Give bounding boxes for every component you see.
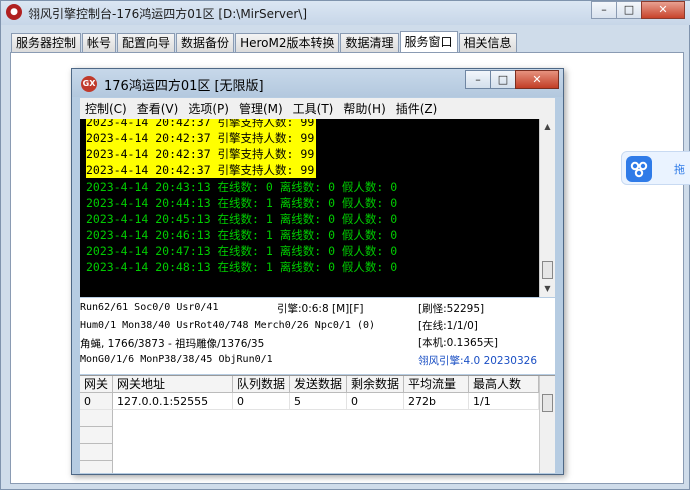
column-header[interactable]: 平均流量 (404, 376, 469, 393)
menu-view[interactable]: 查看(V) (132, 100, 184, 117)
row-header-cell (80, 427, 113, 444)
menu-options[interactable]: 选项(P) (183, 100, 234, 117)
table-scroll-thumb[interactable] (542, 394, 553, 412)
inner-window-title: 176鸿运四方01区 [无限版] (104, 79, 264, 94)
log-line: 2023-4-14 20:42:37 引擎支持人数: 99 (86, 130, 317, 146)
table-cell: 272b (404, 393, 469, 410)
tab-data-cleanup[interactable]: 数据清理 (340, 33, 399, 53)
log-console[interactable]: 2023-4-14 20:42:37 引擎支持人数: 99 2023-4-14 … (80, 119, 555, 297)
status-mon-info: MonG0/1/6 MonP38/38/45 ObjRun0/1 (80, 354, 273, 365)
scroll-up-icon[interactable]: ▲ (540, 119, 555, 135)
tab-account[interactable]: 帐号 (82, 33, 117, 53)
outer-title-bar[interactable]: ● 翎风引擎控制台-176鸿运四方01区 [D:\MirServer\] – □… (1, 1, 690, 25)
gateway-table: 网关 网关地址 队列数据 发送数据 剩余数据 平均流量 最高人数 0 127.0… (80, 375, 555, 473)
console-scroll-thumb[interactable] (542, 261, 553, 279)
outer-window-title: 翎风引擎控制台-176鸿运四方01区 [D:\MirServer\] (28, 7, 308, 21)
table-cell: 0 (233, 393, 290, 410)
table-cell: 0 (80, 393, 113, 410)
app-icon: ● (6, 4, 22, 20)
menu-tools[interactable]: 工具(T) (288, 100, 339, 117)
status-uptime: [本机:0.1365天] (418, 337, 498, 349)
column-header[interactable]: 最高人数 (469, 376, 539, 393)
floating-side-widget[interactable]: 拖 (621, 151, 690, 185)
menu-control[interactable]: 控制(C) (80, 100, 132, 117)
column-header[interactable]: 网关地址 (113, 376, 233, 393)
column-header[interactable]: 发送数据 (290, 376, 347, 393)
table-cell: 0 (347, 393, 404, 410)
tab-data-backup[interactable]: 数据备份 (176, 33, 235, 53)
menu-manage[interactable]: 管理(M) (234, 100, 288, 117)
table-cell: 1/1 (469, 393, 539, 410)
tab-config-wizard[interactable]: 配置向导 (117, 33, 176, 53)
log-line: 2023-4-14 20:42:37 引擎支持人数: 99 (86, 146, 317, 162)
log-line: 2023-4-14 20:44:13 在线数: 1 离线数: 0 假人数: 0 (86, 196, 398, 210)
status-map-info: 角蝇, 1766/3873 - 祖玛雕像/1376/35 (80, 338, 265, 350)
status-run-info: Run62/61 Soc0/0 Usr0/41 (80, 302, 219, 313)
status-online-count: [在线:1/1/0] (418, 320, 478, 332)
console-scrollbar[interactable]: ▲ ▼ (539, 119, 555, 297)
inner-minimize-button[interactable]: – (465, 70, 491, 89)
close-button[interactable]: ✕ (641, 1, 685, 19)
status-monster-refresh: [刷怪:52295] (418, 303, 485, 315)
inner-title-bar[interactable]: GX 176鸿运四方01区 [无限版] – □ ✕ (72, 69, 563, 97)
status-hum-info: Hum0/1 Mon38/40 UsrRot40/748 Merch0/26 N… (80, 320, 376, 331)
column-header[interactable]: 网关 (80, 376, 113, 393)
tab-server-control[interactable]: 服务器控制 (11, 33, 82, 53)
inner-close-button[interactable]: ✕ (515, 70, 559, 89)
menu-plugins[interactable]: 插件(Z) (391, 100, 443, 117)
row-header-cell (80, 410, 113, 427)
menu-bar: 控制(C) 查看(V) 选项(P) 管理(M) 工具(T) 帮助(H) 插件(Z… (80, 98, 555, 119)
status-engine-info: 引擎:0:6:8 [M][F] (277, 303, 364, 315)
inner-window: GX 176鸿运四方01区 [无限版] – □ ✕ 控制(C) 查看(V) 选项… (71, 68, 564, 475)
row-header-cell (80, 461, 113, 473)
status-panel: Run62/61 Soc0/0 Usr0/41 引擎:0:6:8 [M][F] … (80, 298, 555, 374)
column-header[interactable]: 剩余数据 (347, 376, 404, 393)
table-cell: 127.0.0.1:52555 (113, 393, 233, 410)
log-line: 2023-4-14 20:43:13 在线数: 0 离线数: 0 假人数: 0 (86, 180, 398, 194)
log-line: 2023-4-14 20:46:13 在线数: 1 离线数: 0 假人数: 0 (86, 228, 398, 242)
inner-maximize-button[interactable]: □ (490, 70, 516, 89)
log-line: 2023-4-14 20:48:13 在线数: 1 离线数: 0 假人数: 0 (86, 260, 398, 274)
side-widget-label: 拖 (674, 163, 685, 176)
tab-service-window[interactable]: 服务窗口 (399, 31, 458, 53)
row-header-cell (80, 444, 113, 461)
table-cell: 5 (290, 393, 347, 410)
tab-related-info[interactable]: 相关信息 (458, 33, 517, 53)
menu-help[interactable]: 帮助(H) (338, 100, 390, 117)
main-tabbar: 服务器控制 帐号 配置向导 数据备份 HeroM2版本转换 数据清理 服务窗口 … (11, 31, 518, 53)
minimize-button[interactable]: – (591, 1, 617, 19)
log-line: 2023-4-14 20:42:37 引擎支持人数: 99 (86, 162, 317, 178)
scroll-down-icon[interactable]: ▼ (540, 281, 555, 297)
column-header[interactable]: 队列数据 (233, 376, 290, 393)
cloud-icon (626, 156, 652, 182)
log-line: 2023-4-14 20:42:37 引擎支持人数: 99 (86, 119, 317, 130)
table-scrollbar[interactable] (539, 376, 555, 473)
maximize-button[interactable]: □ (616, 1, 642, 19)
log-line: 2023-4-14 20:45:13 在线数: 1 离线数: 0 假人数: 0 (86, 212, 398, 226)
tab-herom2-convert[interactable]: HeroM2版本转换 (235, 33, 340, 53)
gx-app-icon: GX (81, 76, 97, 92)
engine-version-label: 翎风引擎:4.0 20230326 (418, 355, 538, 367)
log-line: 2023-4-14 20:47:13 在线数: 1 离线数: 0 假人数: 0 (86, 244, 398, 258)
